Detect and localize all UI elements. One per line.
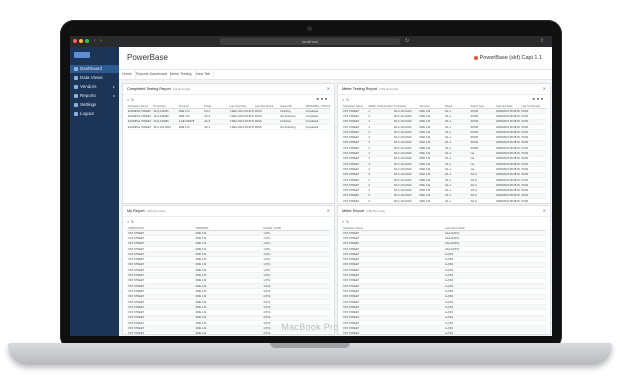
sidebar-item-label: Logout xyxy=(80,111,94,116)
close-icon[interactable]: ✕ xyxy=(327,208,330,213)
panel-my-report: My Report (180 Records) ✕ ≡ ⇅ SUBSTATION T… xyxy=(122,205,335,335)
data-views-icon xyxy=(74,76,78,80)
tab-meter-testing[interactable]: Meter Testing xyxy=(167,70,196,79)
reload-icon[interactable]: ↻ xyxy=(405,38,410,44)
brand-dot-icon xyxy=(473,55,478,60)
sidebar-item-label: Settings xyxy=(80,102,97,107)
laptop-base: MacBook Pro xyxy=(8,322,612,365)
brand-label: PowerBase (skf) Capi 1.1 xyxy=(479,55,542,61)
sidebar-item-label: Dashboard xyxy=(80,66,103,71)
reports-icon xyxy=(74,94,78,98)
sidebar-item-label: Vendors xyxy=(80,84,97,89)
panel-meter-report: Meter Report (260 Records) ✕ ≡ ⇅ Substati… xyxy=(337,205,551,335)
tab-bar: Home Reports Dashboard Meter Testing New… xyxy=(119,70,552,80)
panel-title: Meter Testing Report (181 Records) xyxy=(342,87,399,91)
table-cell: PASS xyxy=(520,198,546,203)
vendors-icon xyxy=(74,85,78,89)
camera xyxy=(307,26,312,31)
data-table: Substation Name MARK Code Number PI Number… xyxy=(342,104,546,203)
data-table: Substation Name PI Number Terminal Phase Las… xyxy=(127,104,330,131)
table-cell: 6 xyxy=(367,198,393,203)
panel-title: Meter Report (260 Records) xyxy=(342,209,386,213)
data-table: Substation Name Last Active Mode XXX STREE… xyxy=(342,226,546,334)
forward-icon[interactable]: › xyxy=(100,38,105,44)
sidebar-item-data-views[interactable]: Data Views xyxy=(70,74,119,82)
url-bar[interactable]: localhost xyxy=(220,38,400,45)
sidebar-item-dashboard[interactable]: Dashboard xyxy=(70,65,119,73)
panel-toolbar[interactable]: ≡ ⇅ xyxy=(127,220,134,224)
sidebar-item-vendors[interactable]: Vendors ▸ xyxy=(70,83,119,91)
table-cell: Nut Finishing xyxy=(279,124,305,131)
table-cell: XXX STREET xyxy=(342,198,368,203)
table-cell: 7-DEC-2021 08:46:53 xyxy=(228,124,254,131)
tab-reports-dashboard[interactable]: Reports Dashboard xyxy=(133,70,172,79)
logout-icon xyxy=(74,112,78,116)
back-icon[interactable]: ‹ xyxy=(94,38,99,44)
main-content: PowerBase PowerBase (skf) Capi 1.1 Home … xyxy=(119,47,552,336)
panel-toolbar[interactable]: ≡ ⇅ xyxy=(342,98,349,102)
sidebar-item-label: Reports xyxy=(80,93,96,98)
close-icon[interactable]: ✕ xyxy=(543,208,546,213)
settings-icon xyxy=(74,103,78,107)
table-row[interactable]: XXX STREET 6 96-C-101-0043 DNE 1-M 4/1-1 3/4 … xyxy=(342,198,546,203)
table-cell: DNE 1-M xyxy=(177,124,204,131)
sidebar-item-reports[interactable]: Reports ▸ xyxy=(70,92,119,100)
panel-completed-testing: Completed Testing Report (24 Records) ✕ ≡… xyxy=(122,83,335,204)
sidebar: Dashboard Data Views Vendors ▸ Reports ▸ S… xyxy=(70,47,119,336)
dashboard-icon xyxy=(74,67,78,71)
table-row[interactable]: EXAMPLE STREET 96-C-101-0043 DNE 1-M 4/1-1 7… xyxy=(127,124,330,131)
base-notch xyxy=(270,343,350,348)
table-cell: PASS xyxy=(253,124,280,131)
table-cell: EXAMPLE STREET xyxy=(127,124,153,131)
app-logo[interactable] xyxy=(74,52,90,58)
panel-meter-testing: Meter Testing Report (181 Records) ✕ ≡ ⇅ … xyxy=(337,83,551,204)
top-bar: PowerBase PowerBase (skf) Capi 1.1 xyxy=(119,47,552,70)
device-label: MacBook Pro xyxy=(281,322,339,332)
table-cell: 96-C-101-0043 xyxy=(152,124,178,131)
table-cell: DNE 1-M xyxy=(418,198,444,203)
page-title: PowerBase xyxy=(127,53,168,62)
sidebar-item-settings[interactable]: Settings xyxy=(70,101,119,109)
panel-actions[interactable]: ■■■ xyxy=(317,97,329,101)
tab-new-tab[interactable]: New Tab xyxy=(193,70,214,79)
table-cell: 3/4 H xyxy=(469,198,495,203)
brand-badge: PowerBase (skf) Capi 1.1 xyxy=(473,55,542,61)
panel-toolbar[interactable]: ≡ ⇅ xyxy=(127,98,134,102)
chevron-right-icon: ▸ xyxy=(112,93,115,98)
close-window-dot[interactable] xyxy=(73,39,77,43)
panel-title: Completed Testing Report (24 Records) xyxy=(127,87,191,91)
table-cell: 96-C-101-0043 xyxy=(393,198,419,203)
table-cell: 4/1-1 xyxy=(444,198,470,203)
close-icon[interactable]: ✕ xyxy=(327,86,330,91)
laptop-lid: ‹ › localhost ↻ ⇪ Dashboard Data Views V… xyxy=(60,20,562,350)
panel-title: My Report (180 Records) xyxy=(127,209,166,213)
sidebar-item-label: Data Views xyxy=(80,75,103,80)
panel-toolbar[interactable]: ≡ ⇅ xyxy=(342,220,349,224)
share-icon[interactable]: ⇪ xyxy=(540,38,545,44)
minimize-window-dot[interactable] xyxy=(79,39,83,43)
table-cell: Completed xyxy=(304,124,330,131)
panel-actions[interactable]: ■■■ xyxy=(533,97,545,101)
maximize-window-dot[interactable] xyxy=(85,39,89,43)
close-icon[interactable]: ✕ xyxy=(543,86,546,91)
sidebar-item-logout[interactable]: Logout xyxy=(70,110,119,118)
browser-chrome: ‹ › localhost ↻ ⇪ xyxy=(70,36,552,47)
table-cell: 26/09/2023 08:48:00 xyxy=(495,198,521,203)
screen: ‹ › localhost ↻ ⇪ Dashboard Data Views V… xyxy=(70,36,552,336)
chevron-right-icon: ▸ xyxy=(112,84,115,89)
table-cell: 4/1-1 xyxy=(203,124,229,131)
data-table: SUBSTATION TERMINAL PHASE_CODE XXX STREET DN… xyxy=(127,226,330,334)
